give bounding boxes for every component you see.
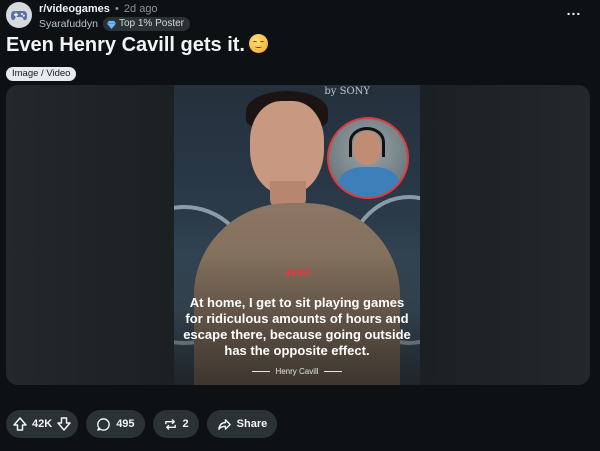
overflow-menu-button[interactable]: ... [564,3,584,24]
post-header: r/videogames • 2d ago Syarafuddyn Top 1%… [6,2,594,31]
author-link[interactable]: Syarafuddyn [39,17,98,31]
repeat-icon [164,418,176,430]
share-label: Share [236,418,268,430]
image-quote-text: At home, I get to sit playing games for … [183,295,411,358]
controller-icon [11,11,27,21]
post-image: by SONY “” At home, I get to sit playing… [174,85,420,385]
vote-control: 42K [6,410,79,438]
image-inset-photo [327,117,409,199]
diamond-icon [106,20,116,29]
post-title[interactable]: Even Henry Cavill gets it. [6,32,268,58]
crosspost-button[interactable]: 2 [152,410,199,438]
post-title-text: Even Henry Cavill gets it. [6,34,245,56]
image-brand-text: by SONY [324,86,370,97]
meta-separator: • [114,3,119,15]
speech-bubble-icon [97,417,110,431]
arrow-down-icon[interactable] [56,416,72,432]
comments-count: 495 [116,418,135,430]
vote-count: 42K [32,418,53,430]
post-action-bar: 42K 495 2 Share [6,410,278,438]
subreddit-link[interactable]: r/videogames [39,3,110,15]
post-meta: r/videogames • 2d ago Syarafuddyn Top 1%… [39,3,191,31]
arrow-up-icon[interactable] [12,416,28,432]
quote-mark-icon: “” [284,265,312,295]
crosspost-count: 2 [182,418,189,430]
post-age: 2d ago [123,3,158,15]
post-flair[interactable]: Image / Video [6,67,77,81]
top-poster-badge: Top 1% Poster [102,17,191,31]
image-quote-attribution: Henry Cavill [174,367,420,376]
post-media[interactable]: by SONY “” At home, I get to sit playing… [6,85,590,385]
share-arrow-icon [217,418,231,430]
comments-button[interactable]: 495 [86,410,145,438]
badge-label: Top 1% Poster [118,18,185,29]
relieved-face-emoji-icon [248,34,268,53]
share-button[interactable]: Share [206,410,278,438]
subreddit-avatar[interactable] [6,2,32,28]
